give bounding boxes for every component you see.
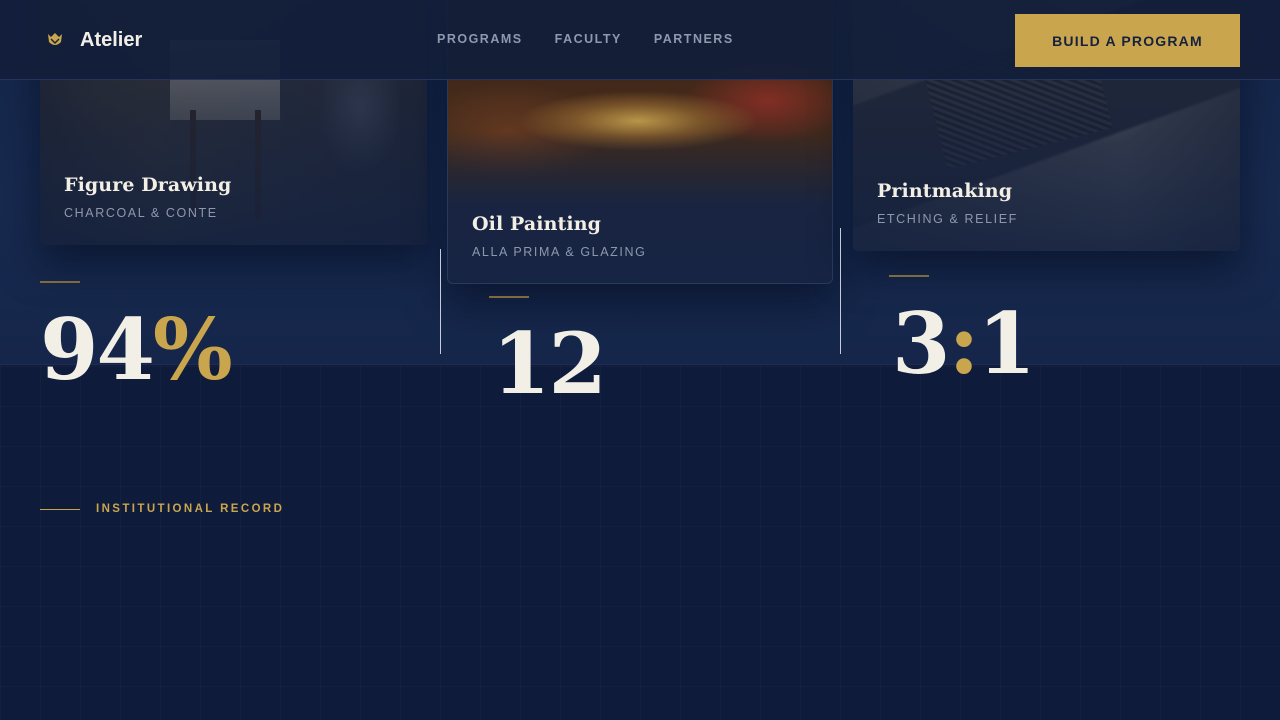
build-program-button[interactable]: BUILD A PROGRAM: [1015, 14, 1240, 67]
eyebrow-rule: [40, 508, 80, 510]
stat-accent: :: [948, 294, 979, 393]
crest-icon: [48, 33, 62, 45]
main-nav: PROGRAMS FACULTY PARTNERS: [437, 32, 766, 46]
institutional-record-section: INSTITUTIONAL RECORD: [0, 366, 1280, 720]
brand-logo-link[interactable]: Atelier: [46, 28, 142, 52]
stat-number: 3: [892, 294, 950, 393]
top-navbar: Atelier PROGRAMS FACULTY PARTNERS BUILD …: [0, 0, 1280, 80]
stat-number: 94: [40, 300, 155, 399]
stat-rule: [489, 296, 529, 298]
section-eyebrow: INSTITUTIONAL RECORD: [40, 503, 284, 515]
brand-name: Atelier: [80, 28, 143, 51]
stat-number-after: 1: [977, 294, 1035, 393]
stat-divider: [440, 249, 441, 354]
section-label: INSTITUTIONAL RECORD: [96, 503, 285, 515]
stat-divider: [840, 228, 841, 354]
stat-accent: %: [152, 300, 233, 399]
nav-link-partners[interactable]: PARTNERS: [654, 32, 734, 46]
stat-value: 12: [492, 322, 607, 406]
stat-value: 3:1: [892, 302, 1036, 386]
nav-link-faculty[interactable]: FACULTY: [555, 32, 622, 46]
stat-number: 12: [492, 314, 607, 413]
stat-rule: [40, 281, 80, 283]
nav-link-programs[interactable]: PROGRAMS: [437, 32, 523, 46]
stat-value: 94%: [40, 308, 233, 392]
stat-rule: [889, 275, 929, 277]
